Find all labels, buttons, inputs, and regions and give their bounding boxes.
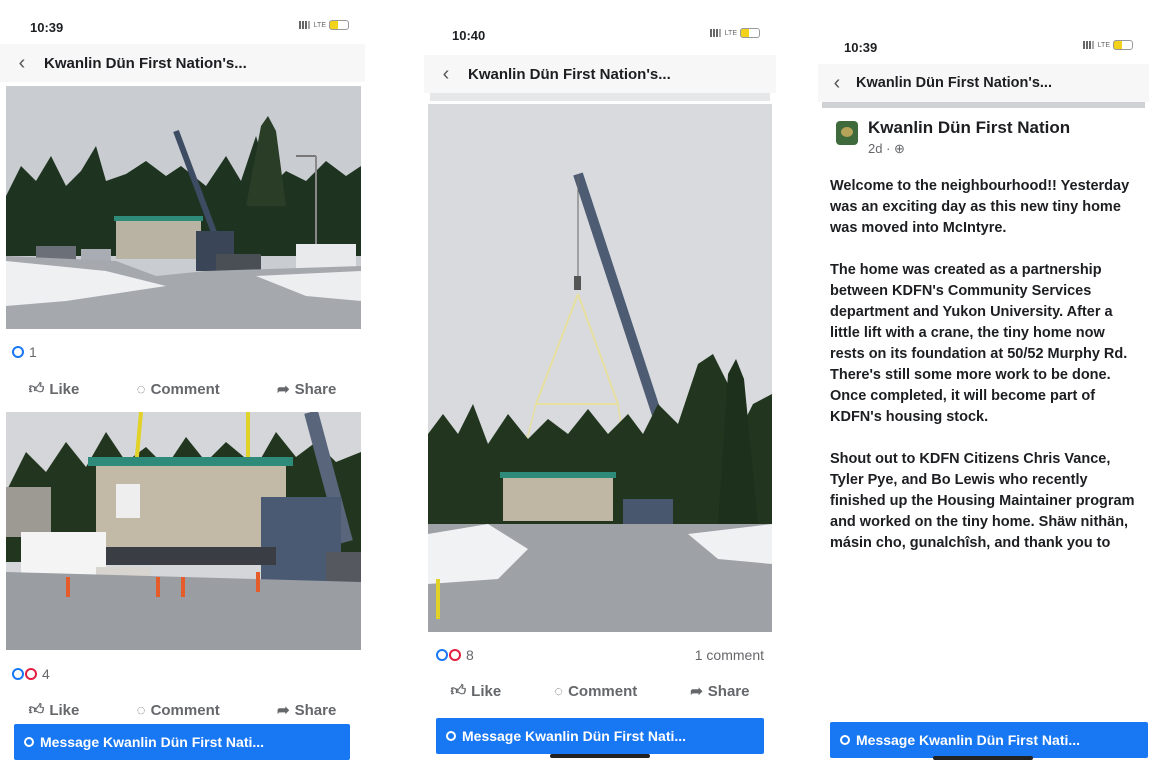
comment-button[interactable]: ◌ Comment xyxy=(137,702,220,719)
messenger-icon xyxy=(840,735,850,745)
photo-trailer-on-truck xyxy=(6,86,361,329)
page-name-link[interactable]: Kwanlin Dün First Nation xyxy=(868,118,1070,138)
home-indicator xyxy=(933,756,1033,760)
post-actions-bar: 👍︎ Like ◌ Comment ➦ Share xyxy=(424,674,776,708)
status-bar: 10:39 LTE xyxy=(818,0,1149,55)
nav-bar: ‹ Kwanlin Dün First Nation's... xyxy=(818,64,1149,102)
messenger-icon xyxy=(446,731,456,741)
share-arrow-icon: ➦ xyxy=(277,381,290,398)
message-page-button[interactable]: Message Kwanlin Dün First Nati... xyxy=(436,718,764,754)
reaction-summary[interactable]: 1 xyxy=(0,340,365,364)
network-type: LTE xyxy=(724,29,737,37)
love-reaction-icon xyxy=(449,649,461,661)
battery-icon xyxy=(740,28,760,38)
thumbs-up-icon: 👍︎ xyxy=(28,701,45,718)
like-label: Like xyxy=(49,701,80,719)
share-label: Share xyxy=(294,380,337,398)
like-reaction-icon xyxy=(436,649,448,661)
like-button[interactable]: 👍︎ Like xyxy=(29,380,80,398)
chevron-left-icon[interactable]: ‹ xyxy=(424,63,468,86)
like-button[interactable]: 👍︎ Like xyxy=(450,682,501,700)
post-timestamp[interactable]: 2d · ⊕ xyxy=(868,141,1070,157)
post-actions-bar: 👍︎ Like ◌ Comment ➦ Share xyxy=(0,693,365,727)
message-page-button[interactable]: Message Kwanlin Dün First Nati... xyxy=(830,722,1148,758)
phone-screen-2: 10:40 LTE ‹ Kwanlin Dün First Nation's..… xyxy=(424,0,776,760)
post-photo-trailer-closeup[interactable] xyxy=(6,412,361,650)
share-button[interactable]: ➦ Share xyxy=(277,701,337,720)
comment-button[interactable]: ◌ Comment xyxy=(137,381,220,398)
status-time: 10:40 xyxy=(452,28,486,43)
share-button[interactable]: ➦ Share xyxy=(277,380,337,399)
thumbs-up-icon: 👍︎ xyxy=(450,682,467,699)
post-paragraph: Shout out to KDFN Citizens Chris Vance, … xyxy=(830,451,1135,551)
nav-bar: ‹ Kwanlin Dün First Nation's... xyxy=(424,55,776,93)
photo-trailer-being-lifted xyxy=(6,412,361,650)
comment-label: Comment xyxy=(150,380,220,398)
post-photo-truck-trailer[interactable] xyxy=(6,86,361,329)
status-icons: LTE xyxy=(1082,40,1133,50)
phone-screen-3: 10:39 LTE ‹ Kwanlin Dün First Nation's..… xyxy=(818,0,1149,760)
like-reaction-icon xyxy=(12,668,24,680)
post-photo-crane-lift[interactable] xyxy=(428,104,772,632)
reaction-summary[interactable]: 8 1 comment xyxy=(424,643,776,667)
comment-label: Comment xyxy=(150,701,220,719)
battery-icon xyxy=(1113,40,1133,50)
status-bar: 10:39 LTE xyxy=(0,0,365,44)
nav-title: Kwanlin Dün First Nation's... xyxy=(856,75,1052,91)
love-reaction-icon xyxy=(25,668,37,680)
comment-button[interactable]: ◌ Comment xyxy=(554,683,637,700)
network-type: LTE xyxy=(1097,41,1110,49)
signal-icon xyxy=(709,29,722,37)
nav-title: Kwanlin Dün First Nation's... xyxy=(468,65,671,83)
like-button[interactable]: 👍︎ Like xyxy=(29,701,80,719)
phone-screen-1: 10:39 LTE ‹ Kwanlin Dün First Nation's..… xyxy=(0,0,365,760)
status-time: 10:39 xyxy=(30,20,64,35)
post-paragraph: The home was created as a partnership be… xyxy=(830,262,1128,425)
post-header: Kwanlin Dün First Nation 2d · ⊕ xyxy=(836,118,1070,157)
reaction-count: 1 xyxy=(29,344,37,360)
message-button-label: Message Kwanlin Dün First Nati... xyxy=(856,732,1081,748)
status-time: 10:39 xyxy=(844,40,878,55)
status-icons: LTE xyxy=(298,20,349,30)
post-actions-bar: 👍︎ Like ◌ Comment ➦ Share xyxy=(0,372,365,406)
thumbs-up-icon: 👍︎ xyxy=(28,380,45,397)
post-divider xyxy=(822,102,1145,108)
scrolled-actions-edge xyxy=(430,93,770,101)
comment-bubble-icon: ◌ xyxy=(136,701,146,719)
status-bar: 10:40 LTE xyxy=(424,0,776,44)
like-label: Like xyxy=(471,682,502,700)
comment-label: Comment xyxy=(568,682,638,700)
share-label: Share xyxy=(707,682,750,700)
photo-crane-lifting-home xyxy=(428,104,772,632)
page-avatar[interactable] xyxy=(836,121,858,145)
post-body: Welcome to the neighbourhood!! Yesterday… xyxy=(830,176,1141,708)
like-label: Like xyxy=(49,380,80,398)
chevron-left-icon[interactable]: ‹ xyxy=(818,72,856,95)
reaction-count: 8 xyxy=(466,647,474,663)
messenger-icon xyxy=(24,737,34,747)
post-paragraph: Welcome to the neighbourhood!! Yesterday… xyxy=(830,178,1130,236)
network-type: LTE xyxy=(313,21,326,29)
like-reaction-icon xyxy=(12,346,24,358)
share-arrow-icon: ➦ xyxy=(277,702,290,719)
home-indicator xyxy=(550,754,650,758)
share-arrow-icon: ➦ xyxy=(690,683,703,700)
comment-bubble-icon: ◌ xyxy=(136,380,146,398)
reaction-count: 4 xyxy=(42,666,50,682)
nav-bar: ‹ Kwanlin Dün First Nation's... xyxy=(0,44,365,82)
battery-icon xyxy=(329,20,349,30)
signal-icon xyxy=(1082,41,1095,49)
message-button-label: Message Kwanlin Dün First Nati... xyxy=(462,728,687,744)
message-page-button[interactable]: Message Kwanlin Dün First Nati... xyxy=(14,724,350,760)
signal-icon xyxy=(298,21,311,29)
nav-title: Kwanlin Dün First Nation's... xyxy=(44,54,247,72)
reaction-summary[interactable]: 4 xyxy=(0,662,365,686)
share-label: Share xyxy=(294,701,337,719)
chevron-left-icon[interactable]: ‹ xyxy=(0,52,44,75)
share-button[interactable]: ➦ Share xyxy=(690,682,750,701)
comment-bubble-icon: ◌ xyxy=(554,682,564,700)
status-icons: LTE xyxy=(709,28,760,38)
message-button-label: Message Kwanlin Dün First Nati... xyxy=(40,734,265,750)
comment-count-link[interactable]: 1 comment xyxy=(695,647,764,663)
